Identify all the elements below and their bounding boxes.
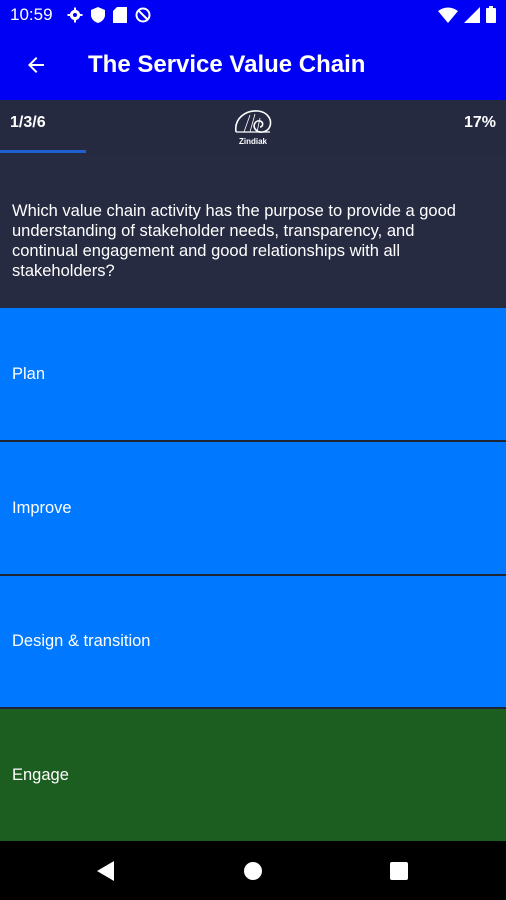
shield-icon [90, 7, 105, 23]
question-text: Which value chain activity has the purpo… [12, 202, 456, 280]
back-triangle-icon [97, 861, 114, 881]
answer-option-plan[interactable]: Plan [0, 308, 506, 440]
back-button[interactable] [6, 30, 66, 100]
battery-icon [486, 6, 496, 23]
nav-back-button[interactable] [88, 853, 124, 889]
sd-card-icon [112, 7, 127, 23]
question-counter: 1/3/6 [10, 114, 46, 131]
page-title: The Service Value Chain [88, 51, 366, 78]
answer-option-label: Engage [12, 765, 69, 784]
status-time: 10:59 [10, 5, 53, 24]
answer-option-improve[interactable]: Improve [0, 442, 506, 574]
status-left-icons [67, 7, 151, 23]
status-right-icons [438, 6, 496, 23]
logo: Zindiak [230, 106, 276, 146]
answer-option-design-transition[interactable]: Design & transition [0, 576, 506, 707]
recents-square-icon [390, 862, 408, 880]
arrow-back-icon [28, 57, 44, 73]
progress-percent: 17% [463, 114, 496, 131]
system-nav-bar [0, 841, 506, 900]
answer-option-label: Improve [12, 498, 72, 517]
app-bar: The Service Value Chain [0, 30, 506, 100]
logo-text: Zindiak [238, 137, 267, 146]
home-circle-icon [244, 862, 262, 880]
nav-home-button[interactable] [235, 853, 271, 889]
spiral-logo-icon [235, 110, 272, 133]
wifi-icon [438, 7, 458, 23]
status-bar: 10:59 [0, 0, 506, 30]
progress-bar-fill [0, 150, 87, 153]
answer-option-engage[interactable]: Engage [0, 709, 506, 841]
answer-option-label: Design & transition [12, 632, 151, 650]
progress-header: 1/3/6 Zindiak 17% [0, 100, 506, 150]
answer-option-label: Plan [12, 364, 46, 383]
question-panel: Which value chain activity has the purpo… [0, 155, 506, 308]
signal-icon [464, 6, 480, 23]
nav-recents-button[interactable] [381, 853, 417, 889]
gear-icon [67, 7, 83, 23]
do-not-disturb-icon [135, 7, 151, 23]
